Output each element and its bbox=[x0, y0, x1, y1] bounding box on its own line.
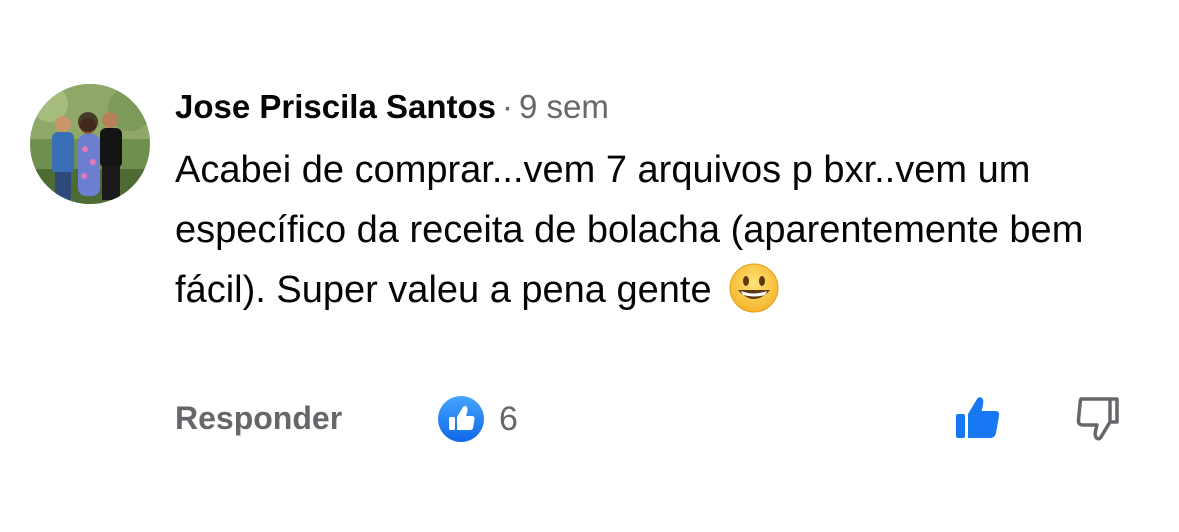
avatar-photo bbox=[30, 84, 150, 204]
like-button[interactable] bbox=[953, 394, 1005, 447]
author-name[interactable]: Jose Priscila Santos bbox=[175, 88, 496, 125]
thumbs-up-icon bbox=[956, 397, 1000, 438]
reaction-count: 6 bbox=[499, 399, 518, 438]
comment-text: Acabei de comprar...vem 7 arquivos p bxr… bbox=[175, 140, 1150, 320]
comment-timestamp[interactable]: 9 sem bbox=[519, 88, 609, 125]
reactions-summary[interactable]: 6 bbox=[437, 394, 518, 444]
separator-dot: · bbox=[502, 88, 513, 125]
reply-button[interactable]: Responder bbox=[175, 400, 342, 437]
avatar[interactable] bbox=[30, 84, 150, 204]
comment-actions: Responder 6 bbox=[175, 394, 1155, 444]
dislike-button[interactable] bbox=[1073, 394, 1123, 447]
grinning-face-icon bbox=[729, 263, 779, 313]
thumbs-down-icon bbox=[1076, 397, 1119, 441]
like-reaction-icon bbox=[438, 396, 484, 442]
comment-header: Jose Priscila Santos · 9 sem bbox=[175, 84, 1155, 130]
comment-body: Jose Priscila Santos · 9 sem Acabei de com… bbox=[175, 84, 1155, 320]
comment-text-content: Acabei de comprar...vem 7 arquivos p bxr… bbox=[175, 149, 1084, 311]
